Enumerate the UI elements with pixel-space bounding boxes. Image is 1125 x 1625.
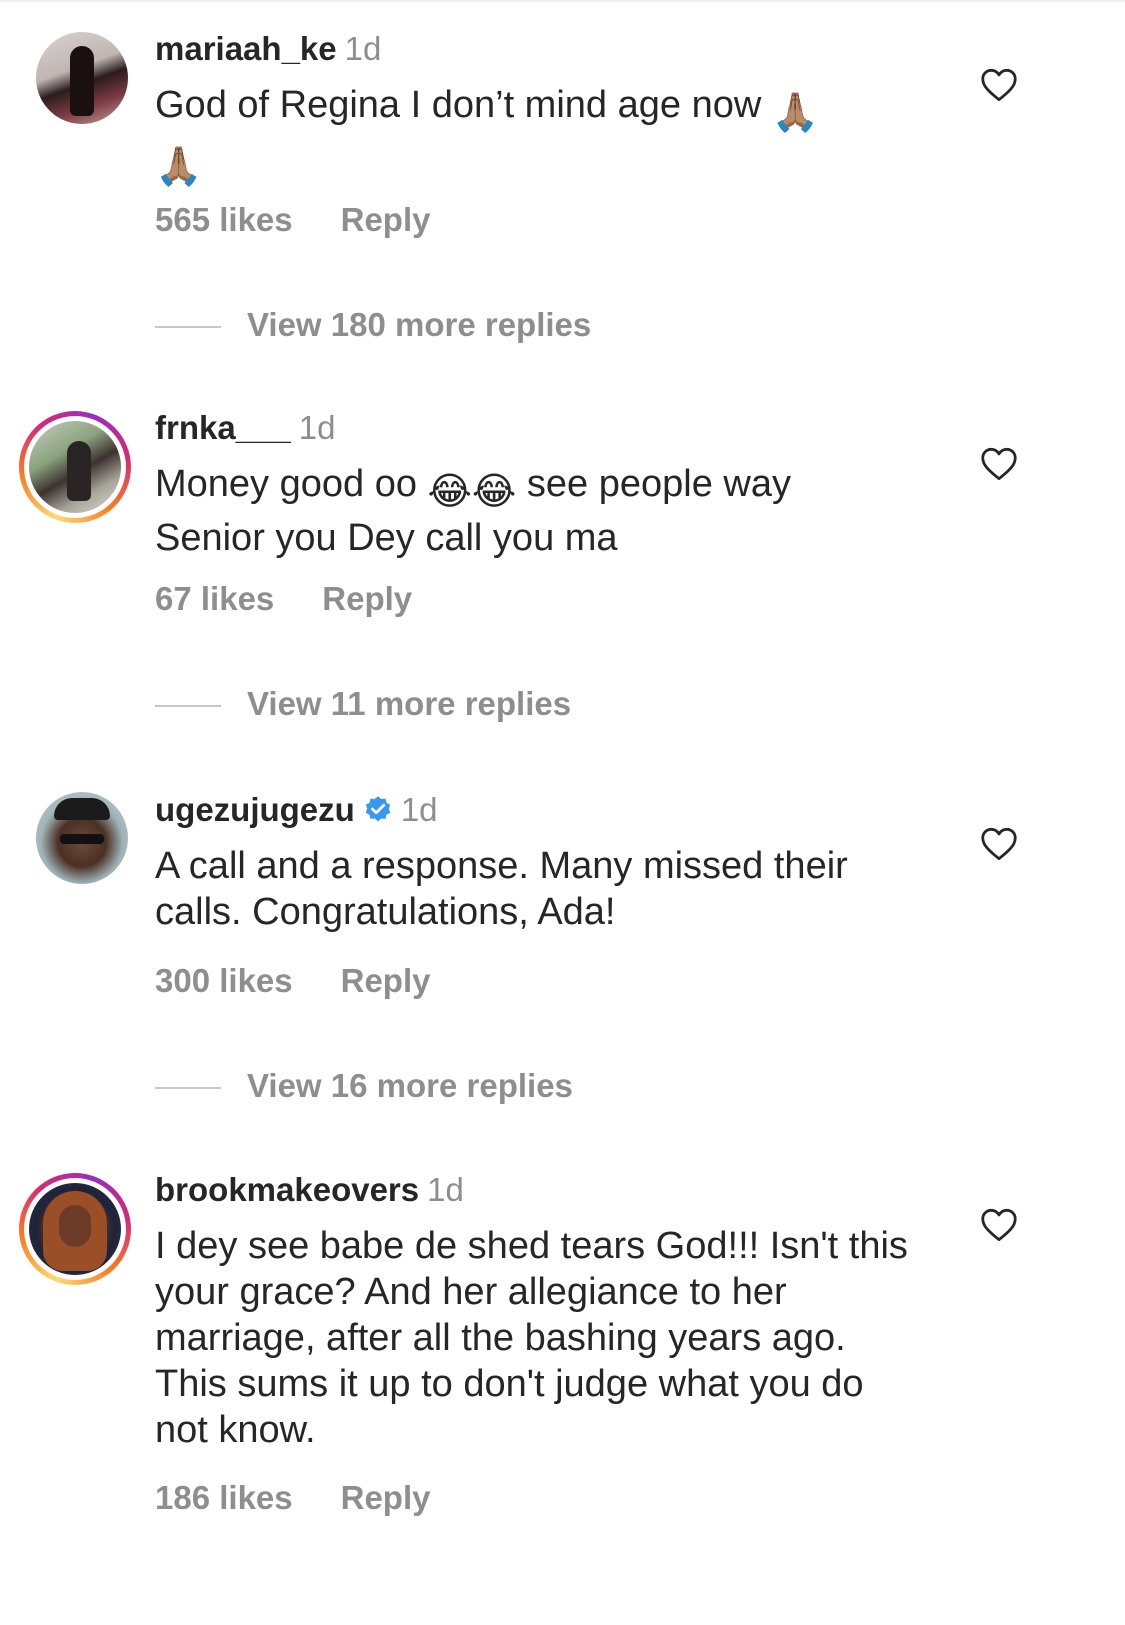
- username[interactable]: ugezujugezu: [155, 791, 355, 828]
- comment-text: Money good oo 😂😂 see people way Senior y…: [155, 461, 915, 561]
- timestamp: 1d: [400, 791, 438, 828]
- comment-actions: 565 likes Reply: [155, 200, 431, 240]
- avatar: [29, 1183, 121, 1275]
- comment-body: Senior you Dey call you ma: [155, 517, 618, 559]
- view-more-label: View 11 more replies: [247, 685, 572, 722]
- heart-outline-icon[interactable]: [980, 1208, 1018, 1242]
- likes-count[interactable]: 565 likes: [155, 201, 293, 238]
- likes-count[interactable]: 67 likes: [155, 580, 274, 617]
- avatar-face: [59, 1205, 91, 1247]
- laughing-emoji: 😂😂: [427, 471, 517, 513]
- reply-thread-line: [155, 1087, 221, 1090]
- comment-body: Money good oo: [155, 463, 428, 505]
- username[interactable]: mariaah_ke: [155, 30, 337, 67]
- comment-actions: 67 likes Reply: [155, 579, 412, 619]
- reply-button[interactable]: Reply: [322, 580, 412, 617]
- heart-outline-icon[interactable]: [980, 447, 1018, 481]
- heart-outline-icon[interactable]: [980, 68, 1018, 102]
- likes-count[interactable]: 186 likes: [155, 1479, 293, 1516]
- reply-thread-line: [155, 326, 221, 329]
- heart-outline-icon[interactable]: [980, 827, 1018, 861]
- comment-text: God of Regina I don’t mind age now 🙏🏽 🙏🏽: [155, 82, 915, 190]
- comment-text: A call and a response. Many missed their…: [155, 845, 848, 933]
- comment-actions: 186 likes Reply: [155, 1478, 431, 1518]
- comment-header: frnka___ 1d: [155, 408, 335, 448]
- reply-button[interactable]: Reply: [341, 1479, 431, 1516]
- avatar-glasses: [60, 834, 104, 844]
- view-more-replies[interactable]: View 11 more replies: [155, 684, 571, 724]
- comment-header: mariaah_ke 1d: [155, 29, 381, 69]
- timestamp: 1d: [344, 30, 382, 67]
- avatar-hat: [54, 798, 110, 820]
- praying-hands-emoji: 🙏🏽: [771, 92, 820, 134]
- top-divider: [0, 0, 1125, 2]
- view-more-replies[interactable]: View 180 more replies: [155, 305, 591, 345]
- view-more-replies[interactable]: View 16 more replies: [155, 1066, 573, 1106]
- reply-button[interactable]: Reply: [341, 201, 431, 238]
- view-more-label: View 180 more replies: [247, 306, 592, 343]
- comment-text: I dey see babe de shed tears God!!! Isn'…: [155, 1225, 908, 1451]
- praying-hands-emoji: 🙏🏽: [155, 146, 203, 188]
- comment-body: God of Regina I don’t mind age now: [155, 84, 772, 126]
- avatar[interactable]: [36, 32, 128, 124]
- timestamp: 1d: [298, 409, 336, 446]
- comment-body: see people way: [516, 463, 791, 505]
- timestamp: 1d: [427, 1171, 464, 1208]
- comment-header: ugezujugezu 1d: [155, 790, 438, 830]
- avatar: [29, 421, 121, 513]
- avatar-story-ring[interactable]: [19, 411, 131, 523]
- avatar-story-ring[interactable]: [19, 1173, 131, 1285]
- avatar[interactable]: [36, 792, 128, 884]
- username[interactable]: frnka___: [155, 409, 291, 446]
- reply-thread-line: [155, 705, 221, 708]
- username[interactable]: brookmakeovers: [155, 1171, 419, 1208]
- comment-header: brookmakeovers 1d: [155, 1170, 464, 1210]
- verified-badge-icon: [365, 796, 391, 822]
- avatar-figure: [67, 441, 91, 501]
- avatar-figure: [70, 46, 94, 116]
- likes-count[interactable]: 300 likes: [155, 962, 293, 999]
- view-more-label: View 16 more replies: [247, 1067, 573, 1104]
- comment-actions: 300 likes Reply: [155, 961, 431, 1001]
- reply-button[interactable]: Reply: [341, 962, 431, 999]
